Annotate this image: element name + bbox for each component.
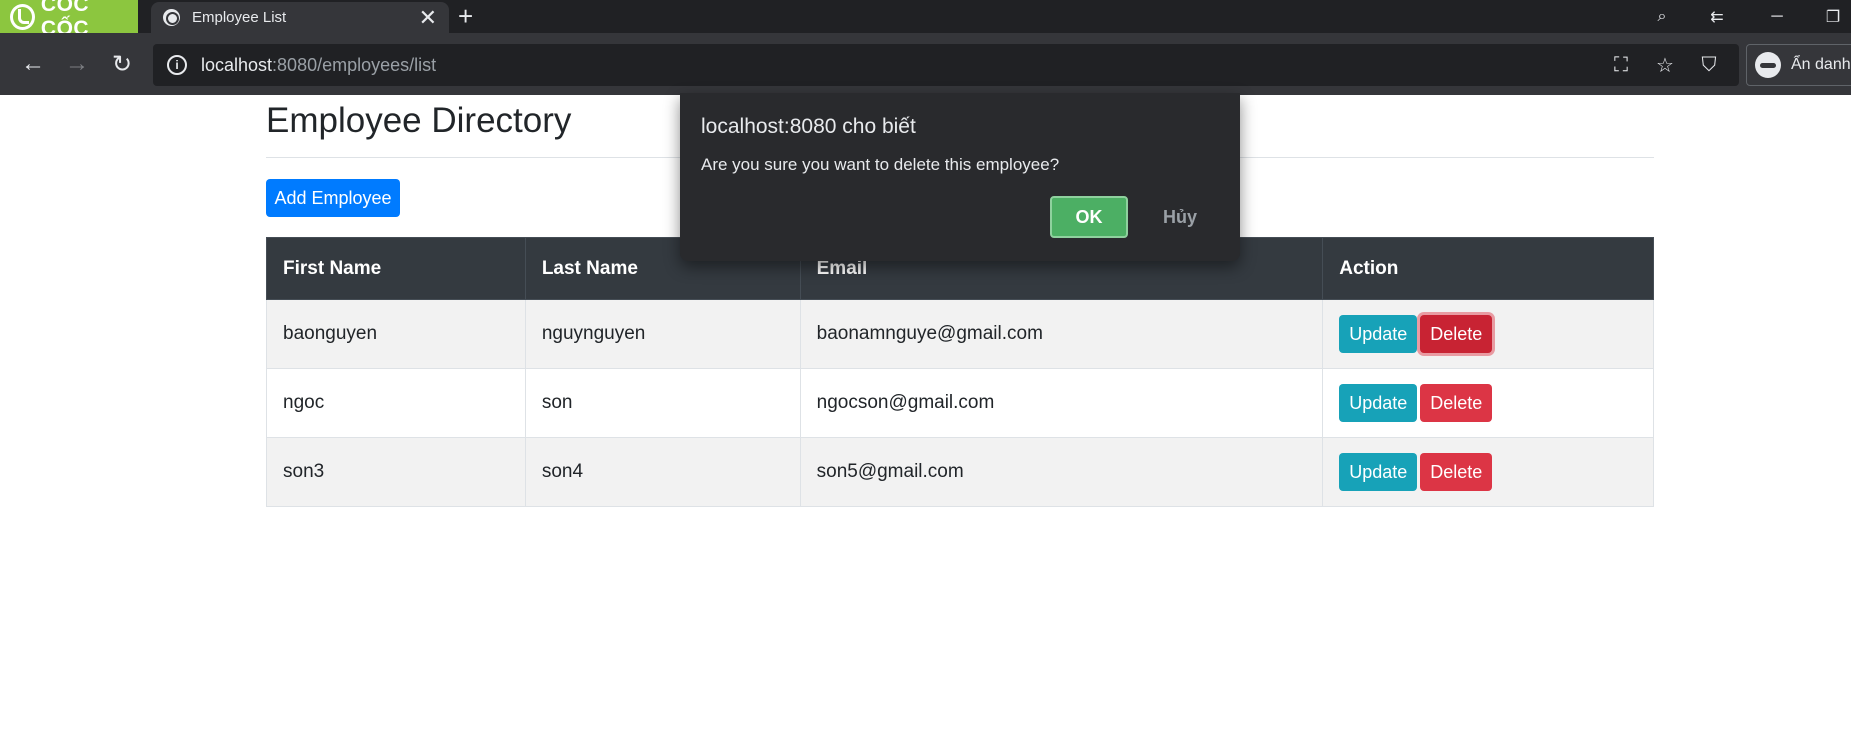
cell-action: Update Delete [1322,437,1654,507]
cell-first-name: son3 [266,437,526,507]
delete-button[interactable]: Delete [1420,384,1493,422]
back-icon[interactable]: ← [17,48,49,80]
cell-action: Update Delete [1322,368,1654,438]
cell-email: ngocson@gmail.com [799,368,1324,438]
browser-brand-button[interactable]: CỐC CỐC [0,0,138,40]
close-tab-icon[interactable]: ✕ [419,6,437,29]
cell-last-name: son [524,368,801,438]
cell-first-name: baonguyen [266,299,526,369]
incognito-icon [1755,52,1781,78]
delete-button[interactable]: Delete [1420,315,1493,353]
shield-icon[interactable]: ⛉ [1696,52,1722,78]
dialog-ok-button[interactable]: OK [1050,196,1128,238]
site-info-icon[interactable]: i [167,55,187,75]
delete-button[interactable]: Delete [1420,453,1493,491]
tab-list-icon[interactable]: ⇇ [1697,0,1737,33]
column-header-first-name: First Name [266,237,526,300]
confirm-dialog: localhost:8080 cho biết Are you sure you… [680,93,1240,261]
dialog-title: localhost:8080 cho biết [701,115,916,138]
cell-action: Update Delete [1322,299,1654,369]
employee-table: First Name Last Name Email Action baongu… [266,237,1654,507]
bookmark-star-icon[interactable]: ☆ [1652,52,1678,78]
cell-email: son5@gmail.com [799,437,1324,507]
globe-icon [163,9,180,26]
browser-titlebar: CỐC CỐC Employee List ✕ + ⌕ ⇇ ─ ❐ [0,0,1851,40]
add-employee-button[interactable]: Add Employee [266,179,400,217]
tab-title: Employee List [192,9,287,26]
tab-search-icon[interactable]: ⌕ [1642,0,1682,33]
url-path: :8080/employees/list [272,54,437,75]
maximize-icon[interactable]: ❐ [1813,0,1851,33]
new-tab-icon[interactable]: + [458,2,473,30]
reload-icon[interactable]: ↻ [106,48,138,80]
cell-last-name: son4 [524,437,801,507]
coccoc-logo-icon [10,3,35,30]
profile-label: Ẩn danh [1791,56,1851,73]
dialog-message: Are you sure you want to delete this emp… [701,155,1060,174]
page-title: Employee Directory [266,101,572,140]
cell-email: baonamnguye@gmail.com [799,299,1324,369]
dialog-cancel-button[interactable]: Hủy [1137,196,1223,238]
column-header-action: Action [1322,237,1654,300]
address-bar[interactable]: i localhost:8080/employees/list [153,44,1739,86]
table-row: baonguyen nguynguyen baonamnguye@gmail.c… [266,299,1654,369]
url-host: localhost [201,54,273,75]
cell-first-name: ngoc [266,368,526,438]
minimize-icon[interactable]: ─ [1757,0,1797,33]
cell-last-name: nguynguyen [524,299,801,369]
incognito-profile-button[interactable]: Ẩn danh [1746,44,1851,86]
update-button[interactable]: Update [1339,315,1418,353]
browser-tab[interactable]: Employee List ✕ [151,2,449,33]
table-row: ngoc son ngocson@gmail.com Update Delete [266,368,1654,438]
forward-icon[interactable]: → [61,48,93,80]
table-row: son3 son4 son5@gmail.com Update Delete [266,437,1654,507]
update-button[interactable]: Update [1339,384,1418,422]
update-button[interactable]: Update [1339,453,1418,491]
translate-icon[interactable]: ⛶ [1608,52,1634,78]
